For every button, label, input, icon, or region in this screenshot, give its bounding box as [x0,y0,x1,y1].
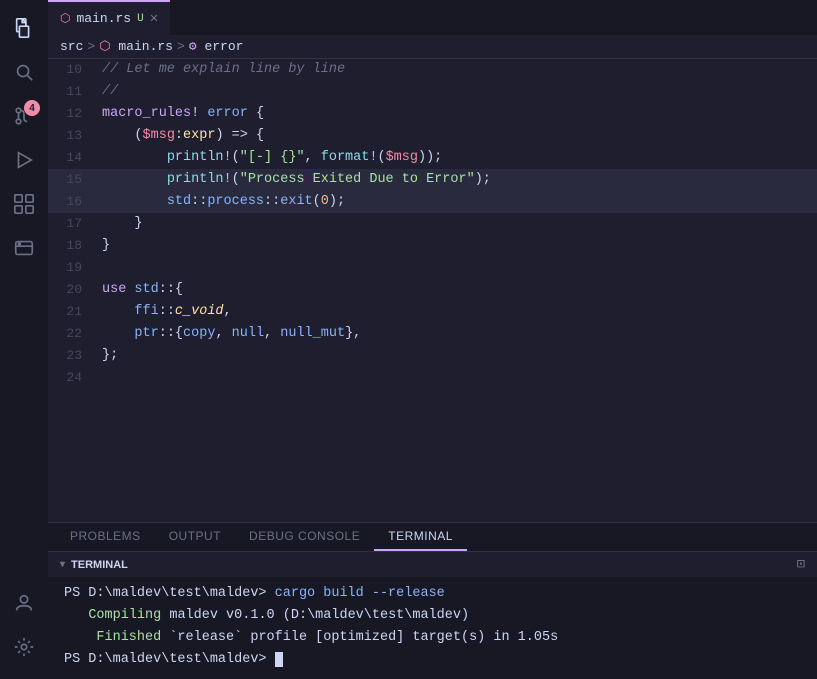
breadcrumb: src > ⬡ main.rs > ⚙ error [48,35,817,59]
files-icon[interactable] [4,8,44,48]
terminal-tab[interactable]: TERMINAL [374,523,467,551]
breadcrumb-sep-2: > [177,39,185,54]
source-control-icon[interactable]: 4 [4,96,44,136]
code-content-22: ptr::{copy, null, null_mut}, [98,323,817,345]
editor-area: 10 // Let me explain line by line 11 // … [48,59,817,522]
line-num-15: 15 [48,169,98,191]
code-content-11: // [98,81,817,103]
code-container: 10 // Let me explain line by line 11 // … [48,59,817,522]
terminal-content[interactable]: PS D:\maldev\test\maldev> cargo build --… [48,577,817,679]
panel-tabs: PROBLEMS OUTPUT DEBUG CONSOLE TERMINAL [48,523,817,552]
main-rs-tab[interactable]: ⬡ main.rs U ✕ [48,0,170,35]
line-num-10: 10 [48,59,98,81]
line-num-12: 12 [48,103,98,125]
code-content-18: } [98,235,817,257]
code-line-19: 19 [48,257,817,279]
terminal-cursor [275,652,283,667]
code-content-16: std::process::exit(0); [98,191,817,213]
tab-close-button[interactable]: ✕ [150,10,158,27]
breadcrumb-mainrs[interactable]: ⬡ main.rs [99,39,173,54]
run-debug-icon[interactable] [4,140,44,180]
account-icon[interactable] [4,583,44,623]
code-line-23: 23 }; [48,345,817,367]
line-num-21: 21 [48,301,98,323]
code-line-22: 22 ptr::{copy, null, null_mut}, [48,323,817,345]
line-num-16: 16 [48,191,98,213]
code-line-17: 17 } [48,213,817,235]
debug-console-tab[interactable]: DEBUG CONSOLE [235,523,374,551]
code-line-13: 13 ($msg:expr) => { [48,125,817,147]
source-control-badge: 4 [24,100,40,116]
expand-icon: ▾ [60,559,65,570]
code-content-14: println!("[-] {}", format!($msg)); [98,147,817,169]
terminal-label: TERMINAL [71,559,128,571]
code-line-12: 12 macro_rules! error { [48,103,817,125]
settings-icon[interactable] [4,627,44,667]
code-line-20: 20 use std::{ [48,279,817,301]
code-line-18: 18 } [48,235,817,257]
activity-bar: 4 [0,0,48,679]
terminal-header-label: ▾ TERMINAL [60,559,128,571]
problems-tab[interactable]: PROBLEMS [56,523,155,551]
terminal-line-4: PS D:\maldev\test\maldev> [64,649,801,671]
line-num-19: 19 [48,257,98,279]
tab-modified-indicator: U [137,13,144,25]
search-icon[interactable] [4,52,44,92]
code-content-10: // Let me explain line by line [98,59,817,81]
panel-header: ▾ TERMINAL ⊡ [48,552,817,577]
terminal-line-3: Finished `release` profile [optimized] t… [64,627,801,649]
code-line-15: 15 println!("Process Exited Due to Error… [48,169,817,191]
code-content-20: use std::{ [98,279,817,301]
code-content-12: macro_rules! error { [98,103,817,125]
line-num-24: 24 [48,367,98,389]
rust-file-icon: ⬡ [60,11,70,26]
code-line-10: 10 // Let me explain line by line [48,59,817,81]
code-line-14: 14 println!("[-] {}", format!($msg)); [48,147,817,169]
code-content-13: ($msg:expr) => { [98,125,817,147]
code-content-17: } [98,213,817,235]
breadcrumb-src[interactable]: src [60,39,83,54]
panel-area: PROBLEMS OUTPUT DEBUG CONSOLE TERMINAL ▾… [48,522,817,679]
code-content-21: ffi::c_void, [98,301,817,323]
line-num-20: 20 [48,279,98,301]
code-content-23: }; [98,345,817,367]
code-line-16: 16 std::process::exit(0); [48,191,817,213]
line-num-18: 18 [48,235,98,257]
line-num-22: 22 [48,323,98,345]
tab-filename: main.rs [76,11,131,26]
line-num-23: 23 [48,345,98,367]
code-line-24: 24 [48,367,817,389]
code-content-19 [98,257,817,279]
terminal-line-2: Compiling maldev v0.1.0 (D:\maldev\test\… [64,605,801,627]
remote-icon[interactable] [4,228,44,268]
main-content: ⬡ main.rs U ✕ src > ⬡ main.rs > ⚙ error … [48,0,817,679]
breadcrumb-error[interactable]: ⚙ error [189,39,244,54]
line-num-14: 14 [48,147,98,169]
breadcrumb-sep-1: > [87,39,95,54]
panel-maximize-button[interactable]: ⊡ [797,556,805,573]
tab-bar: ⬡ main.rs U ✕ [48,0,817,35]
line-num-11: 11 [48,81,98,103]
code-line-11: 11 // [48,81,817,103]
terminal-line-1: PS D:\maldev\test\maldev> cargo build --… [64,583,801,605]
output-tab[interactable]: OUTPUT [155,523,235,551]
extensions-icon[interactable] [4,184,44,224]
code-content-15: println!("Process Exited Due to Error"); [98,169,817,191]
code-line-21: 21 ffi::c_void, [48,301,817,323]
code-content-24 [98,367,817,389]
line-num-13: 13 [48,125,98,147]
line-num-17: 17 [48,213,98,235]
